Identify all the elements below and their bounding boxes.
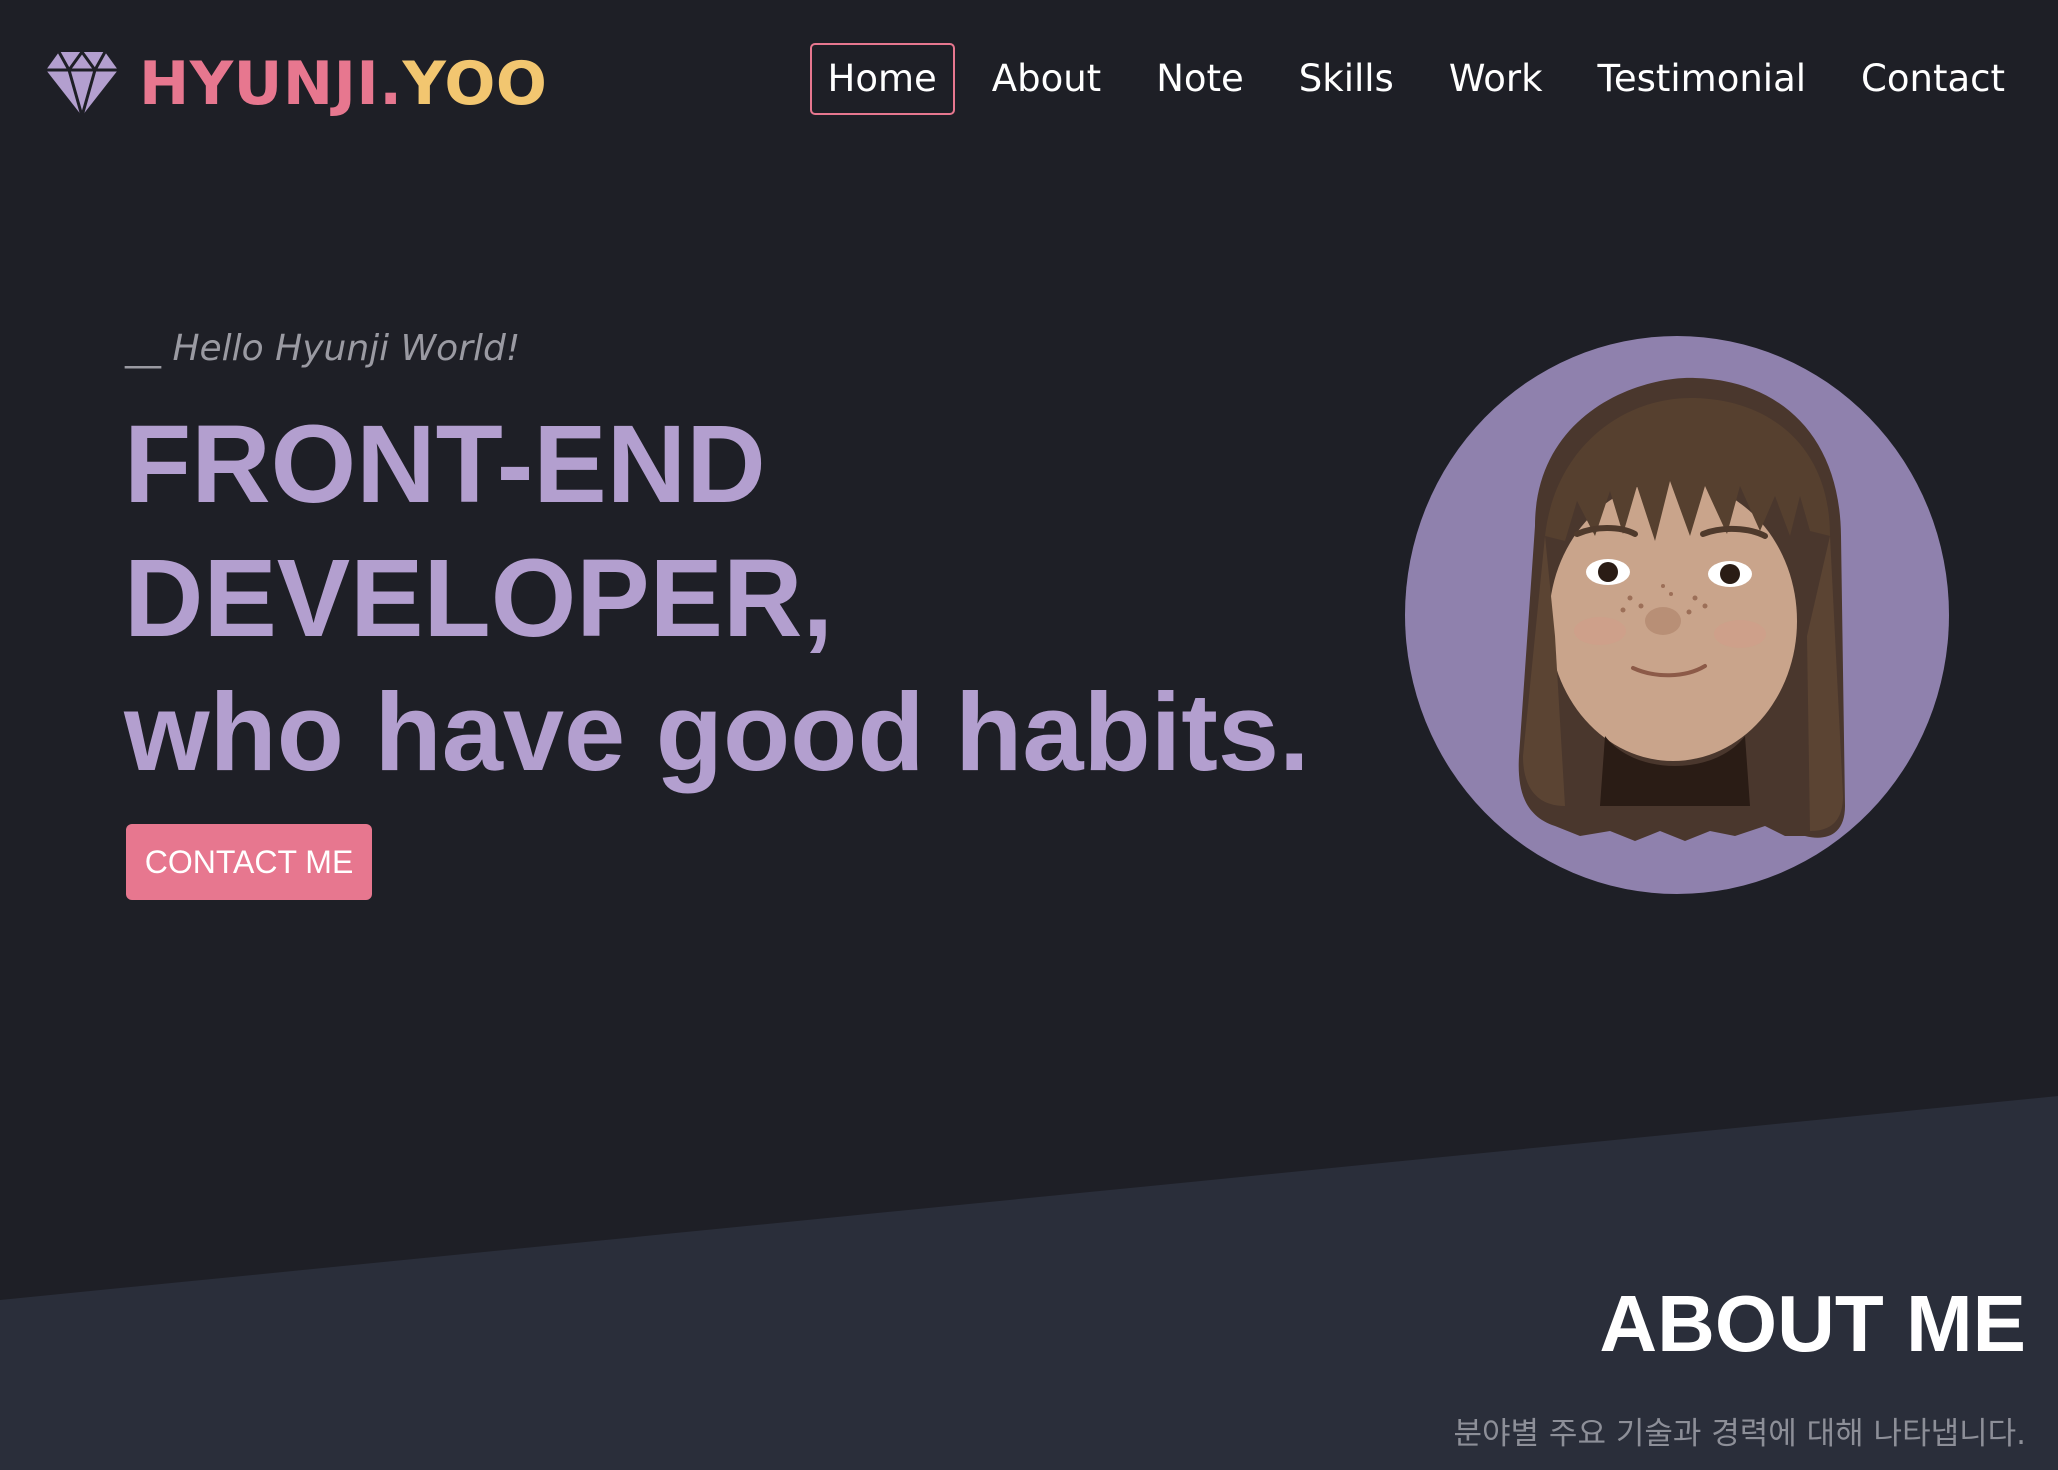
logo-text: HYUNJI.YOO (139, 54, 547, 114)
avatar-memoji-illustration (1518, 377, 1845, 841)
nav-item-note[interactable]: Note (1138, 43, 1262, 115)
nav-menu: Home About Note Skills Work Testimonial … (791, 43, 2023, 116)
nav-item-about[interactable]: About (974, 43, 1119, 115)
hero-title-line-2: DEVELOPER, (124, 537, 834, 660)
hero-title-line-1: FRONT-END (124, 403, 766, 526)
logo-text-second: YOO (402, 49, 548, 119)
nav-item-home[interactable]: Home (809, 43, 955, 116)
diamond-icon (46, 50, 118, 118)
nav-item-skills[interactable]: Skills (1281, 43, 1412, 115)
contact-me-button[interactable]: CONTACT ME (126, 824, 372, 900)
hero-title-line-3: who have good habits. (124, 671, 1310, 794)
logo[interactable]: HYUNJI.YOO (45, 47, 547, 121)
nav-item-work[interactable]: Work (1431, 43, 1561, 115)
nav-item-testimonial[interactable]: Testimonial (1580, 43, 1825, 115)
hero-greeting: __ Hello Hyunji World! (125, 328, 521, 369)
avatar (1405, 336, 1949, 894)
about-title: ABOUT ME (1599, 1279, 2026, 1368)
nav-item-contact[interactable]: Contact (1843, 43, 2023, 115)
page: HYUNJI.YOO Home About Note Skills Work T… (0, 0, 2058, 1470)
navbar: HYUNJI.YOO Home About Note Skills Work T… (0, 0, 2058, 165)
about-description: 분야별 주요 기술과 경력에 대해 나타냅니다. (1453, 1416, 2026, 1452)
hero-title: FRONT-END DEVELOPER, who have good habit… (124, 398, 1310, 800)
logo-text-first: HYUNJI. (139, 49, 403, 119)
